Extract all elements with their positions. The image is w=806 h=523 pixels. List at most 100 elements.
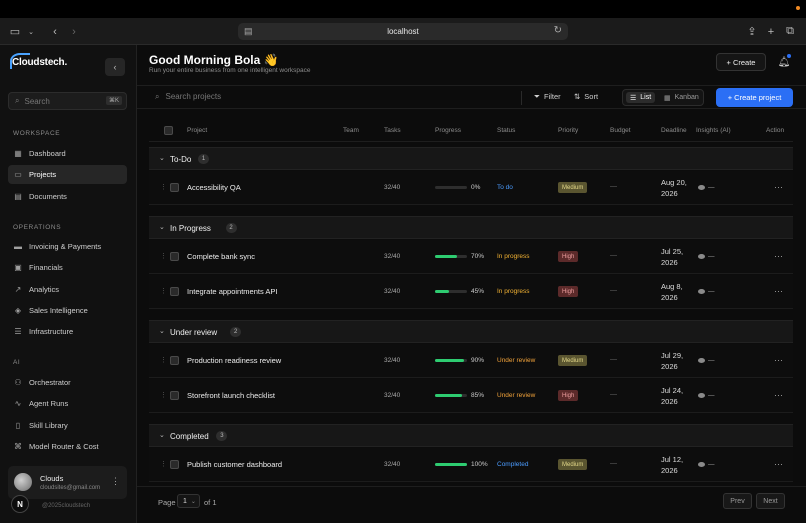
back-icon[interactable]: ‹	[48, 24, 62, 39]
ai-insight[interactable]: —	[698, 184, 715, 191]
forward-icon[interactable]: ›	[67, 24, 81, 39]
project-search-input[interactable]: ⌕ Search projects	[155, 92, 221, 102]
sidebar-item-financials[interactable]: ▣ Financials	[8, 258, 127, 277]
more-actions-icon[interactable]: ⋯	[774, 251, 783, 262]
tabs-icon[interactable]: ⧉	[783, 24, 797, 39]
row-checkbox[interactable]	[170, 460, 179, 469]
col-tasks[interactable]: Tasks	[384, 127, 401, 134]
project-name[interactable]: Accessibility QA	[187, 183, 241, 192]
projects-toolbar: ⌕ Search projects ⏷ Filter ⇅ Sort ☰ List ▦ Ka…	[137, 85, 806, 109]
ai-insight[interactable]: —	[698, 461, 715, 468]
chevron-down-icon: ⌄	[159, 328, 165, 335]
user-menu-icon[interactable]: ⋮	[111, 476, 120, 487]
sidebar-item-orchestrator[interactable]: ⚇ Orchestrator	[8, 373, 127, 392]
table-row[interactable]: ⋮⋮ Publish customer dashboard 32/40 100% Com…	[149, 448, 793, 482]
ai-insight[interactable]: —	[698, 392, 715, 399]
col-insights[interactable]: Insights (AI)	[696, 127, 731, 134]
share-icon[interactable]: ⇪	[745, 24, 759, 39]
group-header[interactable]: ⌄ In Progress 2	[149, 216, 793, 239]
sidebar-item-label: Dashboard	[29, 149, 66, 158]
group-header[interactable]: ⌄ Completed 3	[149, 424, 793, 447]
sidebar-item-skill-library[interactable]: ▯ Skill Library	[8, 416, 127, 435]
filter-label: Filter	[544, 92, 561, 101]
sidebar-item-dashboard[interactable]: ▦ Dashboard	[8, 144, 127, 163]
more-actions-icon[interactable]: ⋯	[774, 390, 783, 401]
row-checkbox[interactable]	[170, 183, 179, 192]
sidebar-item-infrastructure[interactable]: ☰ Infrastructure	[8, 322, 127, 341]
col-status[interactable]: Status	[497, 127, 515, 134]
table-row[interactable]: ⋮⋮ Accessibility QA 32/40 0% To do Medium — Aug…	[149, 171, 793, 205]
sidebar-item-analytics[interactable]: ↗ Analytics	[8, 280, 127, 299]
reload-icon[interactable]: ↻	[554, 25, 562, 36]
chevron-down-icon: ⌄	[159, 224, 165, 231]
group-header[interactable]: ⌄ Under review 2	[149, 320, 793, 343]
sidebar-item-sales-intelligence[interactable]: ◈ Sales Intelligence	[8, 301, 127, 320]
group-header[interactable]: ⌄ To-Do 1	[149, 147, 793, 170]
sort-button[interactable]: ⇅ Sort	[574, 92, 598, 101]
sidebar-item-agent-runs[interactable]: ∿ Agent Runs	[8, 394, 127, 413]
project-search-placeholder: Search projects	[165, 92, 222, 101]
logo[interactable]: Cloudstech.	[10, 53, 67, 69]
sidebar-item-documents[interactable]: ▤ Documents	[8, 187, 127, 206]
budget-value: —	[610, 183, 617, 190]
address-bar[interactable]: ▤ localhost ↻	[238, 23, 568, 40]
row-checkbox[interactable]	[170, 356, 179, 365]
more-actions-icon[interactable]: ⋯	[774, 286, 783, 297]
more-actions-icon[interactable]: ⋯	[774, 459, 783, 470]
select-all-checkbox[interactable]	[164, 126, 173, 135]
page-select-value: 1	[183, 497, 187, 505]
notifications-button[interactable]: 🔔︎	[776, 54, 792, 70]
view-list-button[interactable]: ☰ List	[626, 92, 656, 103]
browser-toolbar: ▭ ⌄ ‹ › ▤ localhost ↻ ⇪ + ⧉	[0, 18, 806, 45]
filter-button[interactable]: ⏷ Filter	[534, 92, 561, 102]
sidebar-item-invoicing-payments[interactable]: ▬ Invoicing & Payments	[8, 237, 127, 256]
project-name[interactable]: Storefront launch checklist	[187, 391, 275, 400]
table-row[interactable]: ⋮⋮ Storefront launch checklist 32/40 85% Und…	[149, 379, 793, 413]
chevron-down-icon[interactable]: ⌄	[26, 24, 36, 39]
document-icon: ▤	[14, 191, 22, 201]
n-badge[interactable]: N	[11, 495, 29, 513]
collapse-sidebar-button[interactable]: ‹	[105, 58, 125, 76]
col-action[interactable]: Action	[766, 127, 784, 134]
orchestrator-icon: ⚇	[14, 378, 22, 387]
col-team[interactable]: Team	[343, 127, 359, 134]
ai-insight[interactable]: —	[698, 288, 715, 295]
eye-icon	[698, 288, 705, 294]
status-label: Under review	[497, 357, 536, 364]
page-select[interactable]: 1 ⌄	[177, 494, 200, 508]
more-actions-icon[interactable]: ⋯	[774, 355, 783, 366]
group-count-badge: 1	[198, 154, 209, 164]
sidebar-toggle-icon[interactable]: ▭	[8, 24, 22, 39]
next-button[interactable]: Next	[756, 493, 785, 509]
more-actions-icon[interactable]: ⋯	[774, 182, 783, 193]
table-row[interactable]: ⋮⋮ Integrate appointments API 32/40 45% In p…	[149, 275, 793, 309]
new-tab-icon[interactable]: +	[764, 24, 778, 39]
row-checkbox[interactable]	[170, 287, 179, 296]
view-kanban-button[interactable]: ▦ Kanban	[660, 92, 703, 103]
col-progress[interactable]: Progress	[435, 127, 461, 134]
col-deadline[interactable]: Deadline	[661, 127, 687, 134]
row-checkbox[interactable]	[170, 391, 179, 400]
col-project[interactable]: Project	[187, 127, 207, 134]
sidebar-item-model-router-cost[interactable]: ⌘ Model Router & Cost	[8, 437, 127, 456]
project-name[interactable]: Complete bank sync	[187, 252, 255, 261]
eye-icon	[698, 253, 705, 259]
project-name[interactable]: Publish customer dashboard	[187, 460, 282, 469]
prev-button[interactable]: Prev	[723, 493, 752, 509]
sidebar-search[interactable]: ⌕ Search ⌘K	[8, 92, 127, 110]
project-name[interactable]: Production readiness review	[187, 356, 281, 365]
ai-insight[interactable]: —	[698, 253, 715, 260]
sidebar-item-projects[interactable]: ▭ Projects	[8, 165, 127, 185]
table-row[interactable]: ⋮⋮ Production readiness review 32/40 90% Und…	[149, 344, 793, 378]
user-card[interactable]: Clouds cloudsites@gmail.com ⋮	[8, 466, 127, 499]
create-button[interactable]: + Create	[716, 53, 766, 71]
sidebar-item-label: Analytics	[29, 284, 60, 294]
create-project-button[interactable]: + Create project	[716, 88, 793, 107]
table-row[interactable]: ⋮⋮ Complete bank sync 32/40 70% In progress H…	[149, 240, 793, 274]
project-name[interactable]: Integrate appointments API	[187, 287, 277, 296]
row-checkbox[interactable]	[170, 252, 179, 261]
ai-insight[interactable]: —	[698, 357, 715, 364]
col-budget[interactable]: Budget	[610, 127, 631, 134]
group-name: Under review	[170, 328, 218, 337]
col-priority[interactable]: Priority	[558, 127, 578, 134]
